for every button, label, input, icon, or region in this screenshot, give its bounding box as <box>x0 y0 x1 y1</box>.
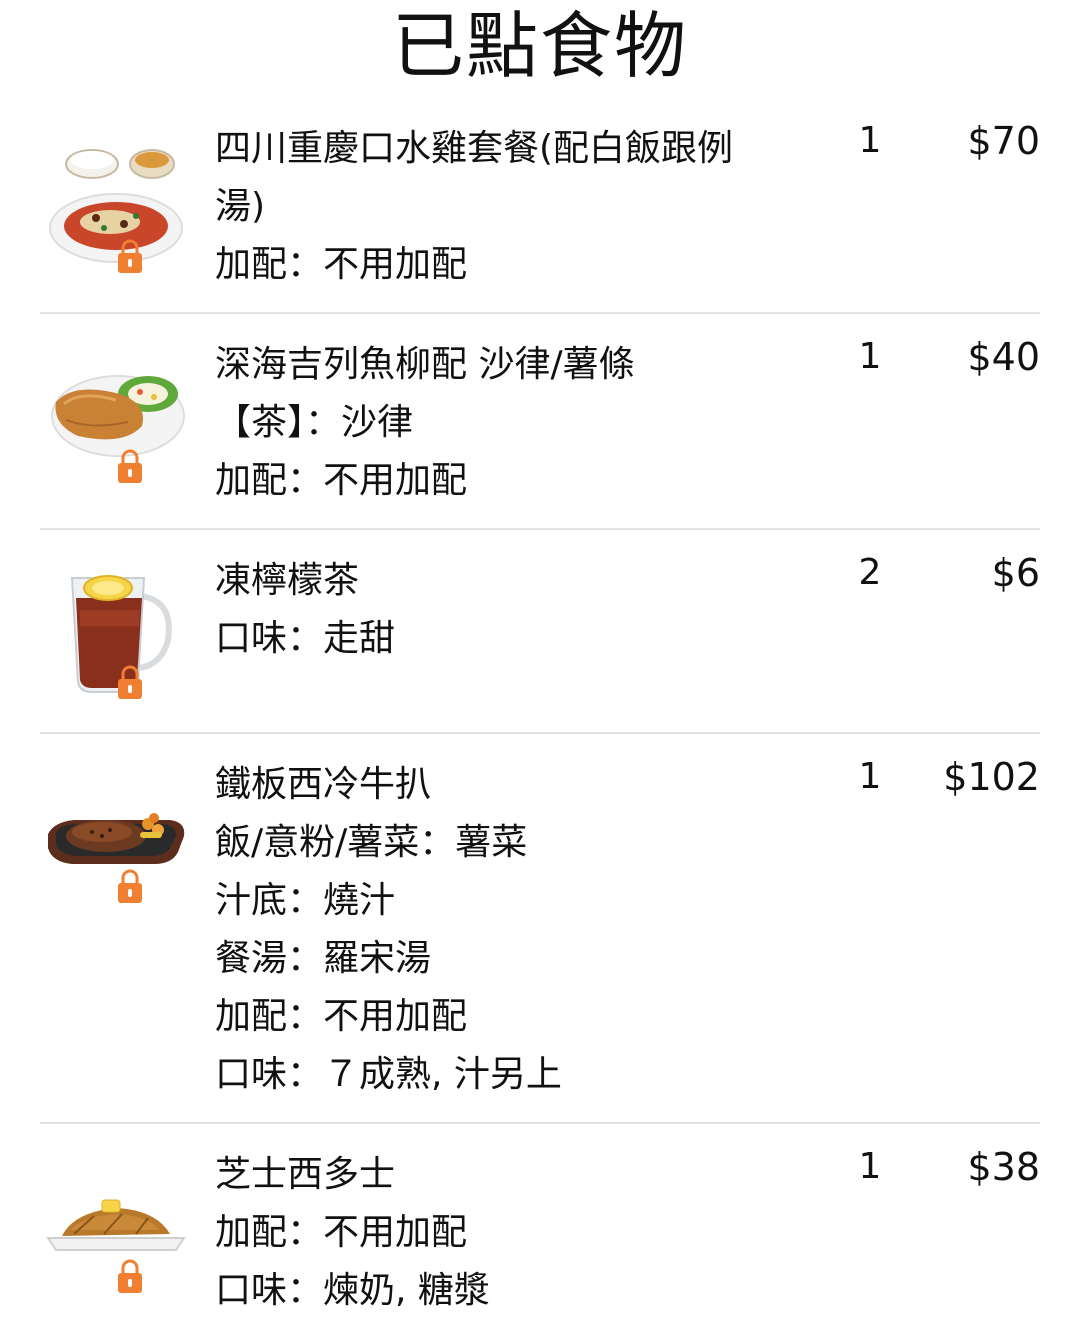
order-item[interactable]: 四川重慶口水雞套餐(配白飯跟例湯) 加配：不用加配 1 $70 <box>40 108 1040 314</box>
item-option: 加配：不用加配 <box>215 244 468 285</box>
item-quantity: 1 <box>858 336 882 377</box>
item-option: 汁底：燒汁 <box>215 880 396 921</box>
item-option: 【茶】：沙律 <box>215 402 414 443</box>
lock-icon <box>116 1258 144 1294</box>
sizzling-steak-icon <box>44 774 186 916</box>
item-name: 深海吉列魚柳配 沙律/薯條 <box>215 344 635 385</box>
item-quantity: 1 <box>858 120 882 161</box>
order-item[interactable]: 芝士西多士 加配：不用加配 口味：煉奶, 糖漿 1 $38 <box>40 1124 1040 1324</box>
item-option: 加配：不用加配 <box>215 460 468 501</box>
item-option: 口味：走甜 <box>215 618 396 659</box>
order-item[interactable]: 深海吉列魚柳配 沙律/薯條 【茶】：沙律 加配：不用加配 1 $40 <box>40 314 1040 530</box>
item-option: 口味：煉奶, 糖漿 <box>215 1270 490 1311</box>
item-name: 鐵板西冷牛扒 <box>215 764 432 805</box>
saliva-chicken-set-icon <box>44 132 186 274</box>
lock-icon <box>116 868 144 904</box>
item-details: 芝士西多士 加配：不用加配 口味：煉奶, 糖漿 <box>215 1146 775 1320</box>
item-name: 凍檸檬茶 <box>215 560 360 601</box>
item-quantity: 1 <box>858 1146 882 1187</box>
item-option: 口味：７成熟, 汁另上 <box>215 1054 562 1095</box>
item-details: 鐵板西冷牛扒 飯/意粉/薯菜：薯菜 汁底：燒汁 餐湯：羅宋湯 加配：不用加配 口… <box>215 756 775 1104</box>
item-price: $70 <box>967 119 1040 163</box>
item-price: $6 <box>991 551 1040 595</box>
lock-icon <box>116 664 144 700</box>
french-toast-icon <box>44 1154 186 1296</box>
page-title: 已點食物 <box>391 4 688 88</box>
item-option: 加配：不用加配 <box>215 1212 468 1253</box>
iced-lemon-tea-icon <box>44 560 186 702</box>
item-option: 餐湯：羅宋湯 <box>215 938 432 979</box>
lock-icon <box>116 448 144 484</box>
item-name: 四川重慶口水雞套餐(配白飯跟例湯) <box>215 128 734 227</box>
item-price: $102 <box>943 755 1040 799</box>
item-price: $40 <box>967 335 1040 379</box>
item-option: 飯/意粉/薯菜：薯菜 <box>215 822 528 863</box>
item-name: 芝士西多士 <box>215 1154 396 1195</box>
item-quantity: 1 <box>858 756 882 797</box>
item-price: $38 <box>967 1145 1040 1189</box>
order-item[interactable]: 鐵板西冷牛扒 飯/意粉/薯菜：薯菜 汁底：燒汁 餐湯：羅宋湯 加配：不用加配 口… <box>40 734 1040 1124</box>
item-quantity: 2 <box>858 552 882 593</box>
order-item[interactable]: 凍檸檬茶 口味：走甜 2 $6 <box>40 530 1040 734</box>
lock-icon <box>116 238 144 274</box>
item-details: 四川重慶口水雞套餐(配白飯跟例湯) 加配：不用加配 <box>215 120 775 294</box>
item-details: 凍檸檬茶 口味：走甜 <box>215 552 775 668</box>
fish-fillet-icon <box>44 344 186 486</box>
item-option: 加配：不用加配 <box>215 996 468 1037</box>
item-details: 深海吉列魚柳配 沙律/薯條 【茶】：沙律 加配：不用加配 <box>215 336 775 510</box>
order-list: 四川重慶口水雞套餐(配白飯跟例湯) 加配：不用加配 1 $70 深海吉列魚柳配 … <box>0 108 1080 1324</box>
